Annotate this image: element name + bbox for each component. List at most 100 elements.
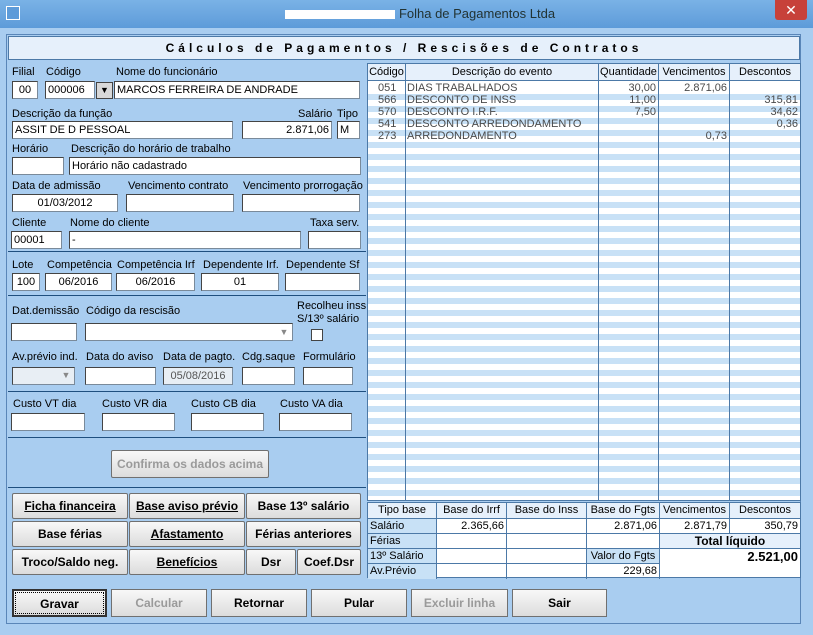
- ficha-financeira-button[interactable]: Ficha financeira: [12, 493, 128, 519]
- col-header-vencimentos[interactable]: Vencimentos: [659, 64, 730, 81]
- grid-stripe: [368, 166, 800, 172]
- troco-saldo-button[interactable]: Troco/Saldo neg.: [12, 549, 128, 575]
- filial-field[interactable]: 00: [12, 81, 38, 99]
- cell-qtd[interactable]: 11,00: [599, 94, 656, 106]
- cell-qtd[interactable]: [599, 130, 656, 142]
- cell-desc[interactable]: [730, 82, 798, 94]
- admissao-field[interactable]: 01/03/2012: [12, 194, 118, 212]
- grid-stripe: [368, 382, 800, 388]
- lote-field[interactable]: 100: [12, 273, 40, 291]
- decimo-base-irrf: [437, 549, 507, 564]
- cell-descricao[interactable]: DESCONTO I.R.F.: [407, 106, 597, 118]
- dsr-button[interactable]: Dsr: [246, 549, 296, 575]
- events-grid[interactable]: Código Descrição do evento Quantidade Ve…: [367, 63, 801, 501]
- cell-codigo[interactable]: 566: [378, 94, 404, 106]
- beneficios-button[interactable]: Benefícios: [129, 549, 245, 575]
- comp-irf-field[interactable]: 06/2016: [116, 273, 195, 291]
- tipo-label: Tipo: [337, 108, 358, 120]
- cell-desc[interactable]: 315,81: [730, 94, 798, 106]
- formulario-label: Formulário: [303, 351, 356, 363]
- venc-contrato-field[interactable]: [126, 194, 234, 212]
- desc-horario-field[interactable]: Horário não cadastrado: [69, 157, 361, 175]
- nome-cliente-label: Nome do cliente: [70, 217, 150, 229]
- cell-venc[interactable]: [659, 94, 727, 106]
- base-ferias-button[interactable]: Base férias: [12, 521, 128, 547]
- cell-codigo[interactable]: 273: [378, 130, 404, 142]
- cell-codigo[interactable]: 051: [378, 82, 404, 94]
- grid-stripe: [368, 250, 800, 256]
- base-aviso-previo-button[interactable]: Base aviso prévio: [129, 493, 245, 519]
- data-pagto-label: Data de pagto.: [163, 351, 236, 363]
- cliente-field[interactable]: 00001: [11, 231, 62, 249]
- codigo-field[interactable]: 000006: [45, 81, 95, 99]
- base-13-salario-button[interactable]: Base 13º salário: [246, 493, 361, 519]
- calcular-button[interactable]: Calcular: [111, 589, 207, 617]
- confirm-button[interactable]: Confirma os dados acima: [111, 450, 269, 478]
- comp-field[interactable]: 06/2016: [45, 273, 112, 291]
- funcao-label: Descrição da função: [12, 108, 113, 120]
- data-aviso-field[interactable]: [85, 367, 156, 385]
- window-icon[interactable]: [6, 6, 20, 20]
- cell-venc[interactable]: [659, 118, 727, 130]
- custo-va-field[interactable]: [279, 413, 352, 431]
- col-header-quantidade[interactable]: Quantidade: [599, 64, 659, 81]
- nome-cliente-field[interactable]: -: [69, 231, 301, 249]
- aviso-ind-dropdown-icon[interactable]: ▼: [58, 368, 74, 384]
- recolheu-checkbox[interactable]: [311, 329, 323, 341]
- decimo-base-inss: [507, 549, 587, 564]
- cell-descricao[interactable]: ARREDONDAMENTO: [407, 130, 597, 142]
- cell-qtd[interactable]: 30,00: [599, 82, 656, 94]
- sair-button[interactable]: Sair: [512, 589, 607, 617]
- tot-header-base-fgts: Base do Fgts: [587, 503, 660, 519]
- ferias-anteriores-button[interactable]: Férias anteriores: [246, 521, 361, 547]
- nome-field[interactable]: MARCOS FERREIRA DE ANDRADE: [114, 81, 360, 99]
- av-previo-base-inss: [507, 564, 587, 579]
- horario-field[interactable]: [12, 157, 64, 175]
- dep-sf-field[interactable]: [285, 273, 360, 291]
- grid-stripe: [368, 178, 800, 184]
- cell-venc[interactable]: 0,73: [659, 130, 727, 142]
- custo-vr-field[interactable]: [102, 413, 175, 431]
- cell-codigo[interactable]: 541: [378, 118, 404, 130]
- cell-descricao[interactable]: DESCONTO ARREDONDAMENTO: [407, 118, 597, 130]
- col-header-descontos[interactable]: Descontos: [730, 64, 800, 81]
- cell-descricao[interactable]: DESCONTO DE INSS: [407, 94, 597, 106]
- cell-venc[interactable]: [659, 106, 727, 118]
- cell-qtd[interactable]: [599, 118, 656, 130]
- demissao-field[interactable]: [11, 323, 77, 341]
- cell-venc[interactable]: 2.871,06: [659, 82, 727, 94]
- tot-header-descontos: Descontos: [730, 503, 800, 519]
- custo-vt-field[interactable]: [11, 413, 85, 431]
- cell-codigo[interactable]: 570: [378, 106, 404, 118]
- cell-qtd[interactable]: 7,50: [599, 106, 656, 118]
- cdg-saque-field[interactable]: [242, 367, 295, 385]
- cell-desc[interactable]: 0,36: [730, 118, 798, 130]
- dep-irf-field[interactable]: 01: [201, 273, 279, 291]
- gravar-button[interactable]: Gravar: [12, 589, 107, 617]
- salario-field[interactable]: 2.871,06: [242, 121, 332, 139]
- coef-dsr-button[interactable]: Coef.Dsr: [297, 549, 361, 575]
- custo-cb-field[interactable]: [191, 413, 264, 431]
- data-aviso-label: Data do aviso: [86, 351, 154, 363]
- cell-descricao[interactable]: DIAS TRABALHADOS: [407, 82, 597, 94]
- cell-desc[interactable]: [730, 130, 798, 142]
- retornar-button[interactable]: Retornar: [211, 589, 307, 617]
- afastamento-button[interactable]: Afastamento: [129, 521, 245, 547]
- tipo-field[interactable]: M: [337, 121, 360, 139]
- venc-prorrog-field[interactable]: [242, 194, 360, 212]
- horario-label: Horário: [12, 143, 49, 155]
- close-button[interactable]: ✕: [775, 0, 807, 20]
- col-header-descricao[interactable]: Descrição do evento: [406, 64, 599, 81]
- codigo-rescisao-select[interactable]: [85, 323, 293, 341]
- pular-button[interactable]: Pular: [311, 589, 407, 617]
- col-header-codigo[interactable]: Código: [368, 64, 406, 81]
- taxa-field[interactable]: [308, 231, 361, 249]
- rescisao-dropdown-icon[interactable]: ▼: [276, 325, 292, 341]
- funcao-field[interactable]: ASSIT DE D PESSOAL: [12, 121, 233, 139]
- cell-desc[interactable]: 34,62: [730, 106, 798, 118]
- excluir-linha-button[interactable]: Excluir linha: [411, 589, 508, 617]
- formulario-field[interactable]: [303, 367, 353, 385]
- data-pagto-field[interactable]: 05/08/2016: [163, 367, 233, 385]
- row-label-salario: Salário: [368, 519, 437, 534]
- codigo-dropdown-icon[interactable]: ▼: [96, 82, 113, 99]
